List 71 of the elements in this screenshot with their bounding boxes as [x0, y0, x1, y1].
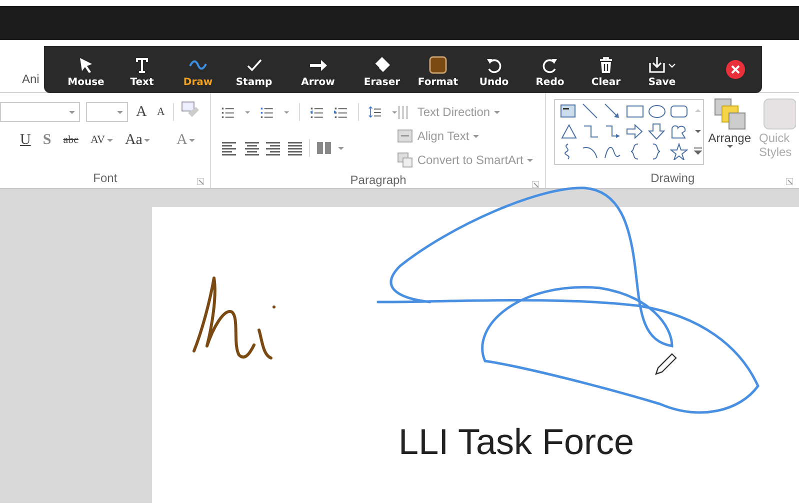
annotation-tool-button[interactable]: Arrow [290, 48, 346, 92]
annotation-tool-button[interactable]: Mouse [58, 48, 114, 92]
caret-icon [726, 145, 733, 148]
annotation-tool-button[interactable]: Stamp [226, 48, 282, 92]
caret-icon [106, 138, 113, 142]
strikethrough-button[interactable]: abc [61, 134, 80, 146]
annotation-tool-button[interactable]: Redo [522, 48, 578, 92]
font-color-button[interactable]: A [174, 132, 198, 148]
justify-icon[interactable] [287, 140, 304, 156]
slide-title: LLI Task Force [398, 421, 634, 463]
rounded-rectangle-icon[interactable] [670, 102, 688, 120]
change-case-button[interactable]: Aa [122, 132, 152, 148]
align-right-icon[interactable] [265, 140, 282, 156]
caret-icon [473, 134, 480, 138]
arrange-icon [712, 97, 747, 131]
text-box-icon[interactable] [560, 102, 578, 120]
align-center-icon[interactable] [243, 140, 260, 156]
annotation-tool-button[interactable]: Clear [578, 48, 634, 92]
annotation-tool-button[interactable]: Save [634, 48, 690, 92]
annotation-tool-button[interactable]: Text [114, 48, 170, 92]
shrink-font-button[interactable]: A [154, 106, 167, 118]
dialog-launcher-icon[interactable] [197, 178, 204, 185]
smartart-icon [397, 152, 414, 168]
caret-icon [117, 110, 123, 114]
caret-icon [69, 110, 75, 114]
caret-icon [392, 110, 398, 114]
ribbon-tab[interactable]: Ani [22, 72, 40, 92]
caret-icon [189, 138, 196, 142]
line-spacing-icon[interactable] [368, 104, 382, 120]
columns-icon[interactable] [316, 140, 332, 156]
caret-icon [284, 110, 290, 114]
triangle-icon[interactable] [560, 122, 578, 140]
caret-icon [245, 110, 250, 114]
clear-formatting-icon[interactable] [180, 100, 200, 118]
caret-icon [338, 146, 344, 150]
align-text-icon [397, 128, 414, 144]
group-label: Drawing [650, 171, 695, 185]
elbow-arrow-icon[interactable] [604, 122, 622, 140]
caret-icon [144, 138, 150, 142]
dialog-launcher-icon[interactable] [532, 181, 540, 188]
grow-font-button[interactable]: A [134, 104, 149, 120]
underline-button[interactable]: U [18, 132, 33, 148]
block-arrow-right-icon[interactable] [626, 122, 644, 140]
caret-icon [494, 110, 500, 114]
text-tool-icon [133, 56, 151, 74]
group-label: Font [93, 171, 118, 185]
align-left-icon[interactable] [221, 140, 238, 156]
quick-styles-icon [762, 97, 796, 131]
annotation-tool-button[interactable]: Format [410, 48, 466, 92]
pencil-cursor-icon [655, 353, 677, 375]
download-icon [648, 56, 676, 74]
caret-icon [527, 158, 534, 162]
close-button[interactable] [726, 60, 745, 79]
character-spacing-button[interactable]: AV [88, 134, 115, 146]
rectangle-icon[interactable] [626, 102, 644, 120]
flowchart-shape-icon[interactable] [670, 122, 688, 140]
color-swatch-icon [429, 56, 447, 74]
star-icon[interactable] [670, 142, 688, 160]
trash-icon [597, 56, 615, 74]
annotation-tool-button[interactable]: Undo [466, 48, 522, 92]
group-label: Paragraph [350, 172, 406, 186]
dialog-launcher-icon[interactable] [786, 178, 793, 185]
arrange-button[interactable]: Arrange [704, 97, 755, 168]
annotation-tool-button[interactable]: Draw [170, 48, 226, 92]
annotation-tool-button[interactable]: Eraser [354, 48, 410, 92]
close-icon [731, 65, 740, 74]
eraser-icon [373, 56, 391, 74]
oval-icon[interactable] [648, 102, 666, 120]
elbow-connector-icon[interactable] [582, 122, 600, 140]
block-arrow-down-icon[interactable] [648, 122, 666, 140]
shadow-button[interactable]: S [40, 132, 54, 148]
